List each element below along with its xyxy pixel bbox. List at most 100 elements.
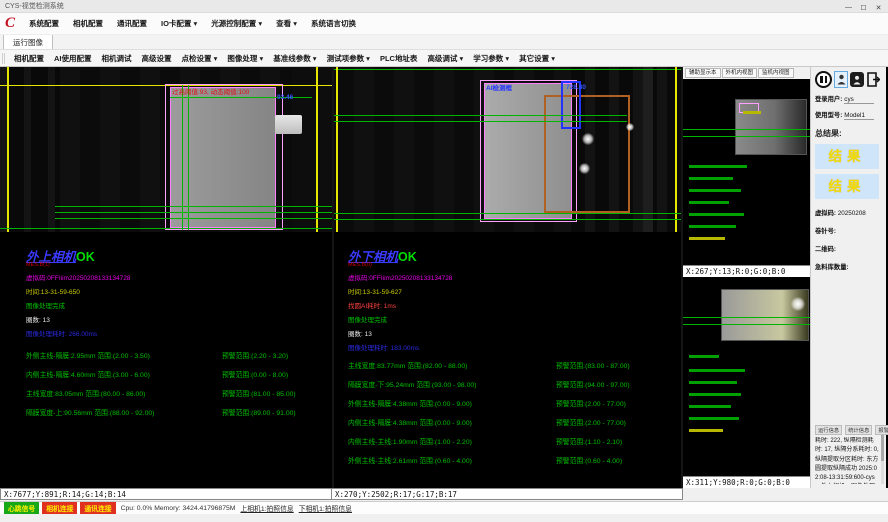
user-login-button[interactable] — [834, 71, 848, 88]
barcode-text: 虚拟码:0FFIiim20250208133134728 — [26, 272, 332, 282]
overlay-line — [7, 67, 9, 232]
toolbar-item[interactable]: 其它设置 ▾ — [514, 53, 560, 64]
log-scrollbar[interactable] — [881, 435, 884, 484]
bottom-camera-status[interactable]: 下相机1:拍照信息 — [299, 503, 352, 513]
toolbar-item[interactable]: 点检设置 ▾ — [177, 53, 223, 64]
overlay-line — [334, 219, 681, 220]
status-badge: 通讯连接 — [80, 502, 115, 514]
overlay-line — [683, 317, 810, 318]
toolbar-item[interactable]: 测试项参数 ▾ — [322, 53, 375, 64]
aux-bottom-coords: X:311;Y:980;R:0;G:0;B:0 — [683, 476, 810, 488]
toolbar-item[interactable]: PLC地址表 — [375, 53, 423, 64]
toolbar-grip[interactable] — [2, 53, 5, 64]
model-value[interactable]: Model1 — [844, 112, 874, 120]
menu-item[interactable]: 查看 ▾ — [269, 18, 304, 29]
toolbar-item[interactable]: 高级调试 ▾ — [422, 53, 468, 64]
measure-text: 内侧主线-隔膜:4.38mm 范围:(0.00 - 9.00) — [348, 417, 556, 427]
left-coords: X:7677;Y:891;R:14;G:14;B:14 — [0, 488, 332, 500]
right-sidebar: 登录用户: cys 使用型号: Model1 总结果: 结果 结果 虚拟码: 2… — [810, 67, 886, 488]
sidebar-field: 二维码: — [815, 244, 883, 253]
status-ok: OK — [76, 250, 95, 264]
info-tab[interactable]: 统计信息 — [845, 425, 872, 435]
main-area: 过高阈值:93, 动态阈值:100 93.46 外上相机OK MES.B(1) … — [0, 67, 888, 488]
glare-spot — [582, 133, 594, 145]
part-connector — [275, 115, 302, 134]
toolbar-item[interactable]: 图像处理 ▾ — [222, 53, 268, 64]
login-user-value[interactable]: cys — [844, 96, 874, 104]
status-badges: 心跳信号相机连接通讯连接 — [4, 502, 116, 514]
overlay-line — [334, 115, 627, 116]
ai-elapsed-text: 找圆AI耗时: 1ms — [348, 300, 681, 310]
exit-button[interactable] — [866, 71, 881, 88]
aux-tab[interactable]: 辅助显示本 — [685, 68, 721, 78]
left-measure-rows: 外侧主线-隔膜:2.95mm 范围:(2.00 - 3.50)预警范围:(2.2… — [26, 350, 332, 417]
pause-button[interactable] — [815, 71, 832, 88]
toolbar-item[interactable]: 高级设置 — [137, 53, 177, 64]
status-ok: OK — [398, 250, 417, 264]
toolbar-item[interactable]: 学习参数 ▾ — [468, 53, 514, 64]
count-text: 圈数: 13 — [348, 328, 681, 338]
result-box-1: 结果 — [815, 144, 879, 169]
left-camera-image[interactable]: 过高阈值:93, 动态阈值:100 93.46 — [0, 67, 332, 232]
menu-item[interactable]: 通讯配置 — [110, 18, 154, 29]
run-log-text: 耗时: 222, 纵隔检测耗时: 17, 纵隔分系耗时: 0, 纵隔提取分区耗时… — [815, 437, 879, 484]
warn-range-text: 预警范围:(83.00 - 87.00) — [556, 360, 630, 370]
toolbar-item[interactable]: AI使用配置 — [49, 53, 97, 64]
menu-item[interactable]: 系统配置 — [22, 18, 66, 29]
center-measure-rows: 主线宽度:83.77mm 范围:(82.00 - 88.00)预警范围:(83.… — [348, 360, 681, 465]
field-label: 虚拟码: — [815, 210, 838, 217]
menu-item[interactable]: 相机配置 — [66, 18, 110, 29]
measure-row: 内侧主线-隔膜:4.60mm 范围:(3.00 - 6.00)预警范围:(0.0… — [26, 369, 332, 379]
overlay-line — [55, 218, 332, 219]
info-tab[interactable]: 报警信息 — [875, 425, 888, 435]
left-camera-panel: 过高阈值:93, 动态阈值:100 93.46 外上相机OK MES.B(1) … — [0, 67, 332, 488]
window-controls: — ☐ ✕ — [841, 2, 886, 13]
glare-spot — [626, 123, 634, 131]
center-info-area: 外下相机OK MES.B(0) 虚拟码:0FFIiim2025020813313… — [334, 232, 681, 488]
toolbar-item[interactable]: 基准线参数 ▾ — [268, 53, 321, 64]
overlay-line — [334, 213, 681, 214]
top-camera-status[interactable]: 上相机1:拍照信息 — [240, 503, 293, 513]
glare-spot — [579, 163, 590, 174]
menu-item[interactable]: 系统语言切换 — [304, 18, 363, 29]
tab-run-image[interactable]: 运行图像 — [3, 34, 53, 49]
menu-item[interactable]: 光源控制配置 ▾ — [204, 18, 269, 29]
menu-item[interactable]: IO卡配置 ▾ — [154, 18, 204, 29]
measure-row: 外侧主线-主线:2.61mm 范围:(0.60 - 4.00)预警范围:(0.6… — [348, 455, 681, 465]
elapsed-text: 图像处理耗时: 183.00ms — [348, 342, 681, 352]
operator-button[interactable] — [850, 72, 864, 87]
measure-row: 内侧主线-主线:1.90mm 范围:(1.00 - 2.20)预警范围:(1.1… — [348, 436, 681, 446]
measure-text: 外侧主线-主线:2.61mm 范围:(0.60 - 4.00) — [348, 455, 556, 465]
process-done-text: 图像处理完成 — [348, 314, 681, 324]
aux-view-bottom[interactable] — [683, 277, 810, 476]
user-icon — [853, 75, 861, 85]
field-label: 急料库数量: — [815, 264, 849, 271]
toolbar-item[interactable]: 相机调试 — [97, 53, 137, 64]
sidebar-field: 虚拟码: 20250208 — [815, 208, 883, 217]
measure-text: 内侧主线-主线:1.90mm 范围:(1.00 - 2.20) — [348, 436, 556, 446]
center-camera-image[interactable]: AI检测框 728.80 — [334, 67, 681, 232]
measure-text: 隔膜宽度-上:90.56mm 范围:(88.00 - 92.00) — [26, 407, 222, 417]
close-button[interactable]: ✕ — [871, 2, 886, 13]
coordinate-strips: X:7677;Y:891;R:14;G:14;B:14 X:270;Y:2502… — [0, 488, 683, 500]
time-text: 时间:13-31-59-650 — [26, 286, 332, 296]
result-box-2: 结果 — [815, 174, 879, 199]
aux-tab[interactable]: 监机内视图 — [758, 68, 794, 78]
maximize-button[interactable]: ☐ — [856, 2, 871, 13]
center-camera-panel: AI检测框 728.80 外下相机OK MES.B(0) 虚拟码:0FFIiim… — [332, 67, 681, 488]
app-logo-icon: C — [5, 16, 15, 31]
process-done-text: 图像处理完成 — [26, 300, 332, 310]
warn-range-text: 预警范围:(94.00 - 97.00) — [556, 379, 630, 389]
aux-tab[interactable]: 外机内视图 — [722, 68, 758, 78]
measure-row: 主线宽度:83.05mm 范围:(80.00 - 86.00)预警范围:(81.… — [26, 388, 332, 398]
exit-door-icon — [867, 72, 880, 87]
sidebar-fields: 虚拟码: 20250208卷针号: 二维码: 急料库数量: — [815, 208, 883, 271]
count-text: 圈数: 13 — [26, 314, 332, 324]
info-tab[interactable]: 运行信息 — [815, 425, 842, 435]
toolbar-item[interactable]: 相机配置 — [9, 53, 49, 64]
warn-range-text: 预警范围:(81.00 - 85.00) — [222, 388, 296, 398]
time-text: 时间:13-31-59-627 — [348, 286, 681, 296]
warn-range-text: 预警范围:(2.00 - 77.00) — [556, 417, 626, 427]
aux-view-top[interactable] — [683, 79, 810, 265]
minimize-button[interactable]: — — [841, 2, 856, 13]
